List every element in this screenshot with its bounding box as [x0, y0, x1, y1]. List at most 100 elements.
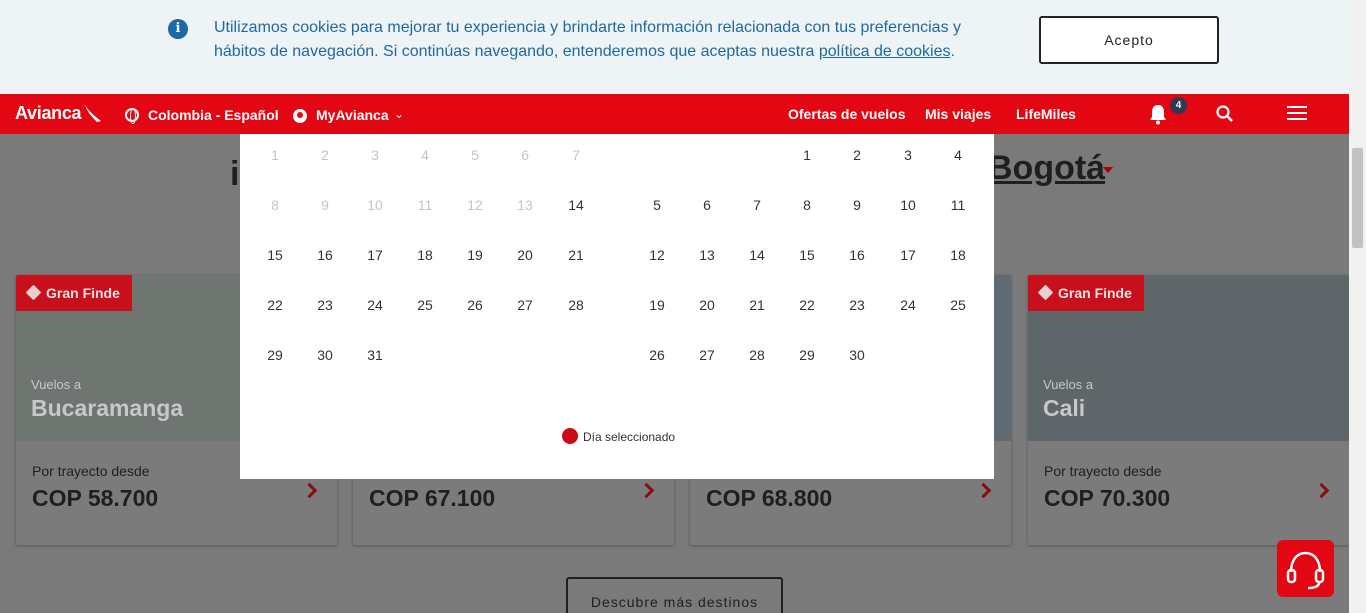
globe-icon — [125, 108, 139, 124]
calendar-day[interactable]: 27 — [687, 347, 727, 363]
calendar-day[interactable]: 23 — [837, 297, 877, 313]
headline-text: i — [230, 155, 240, 193]
calendar-day[interactable]: 25 — [405, 297, 445, 313]
calendar-day[interactable]: 17 — [355, 247, 395, 263]
calendar-day[interactable]: 29 — [255, 347, 295, 363]
calendar-day: 8 — [271, 197, 279, 213]
calendar-day[interactable]: 16 — [837, 247, 877, 263]
calendar-day[interactable]: 15 — [787, 247, 827, 263]
chevron-right-icon[interactable] — [1313, 482, 1330, 499]
nav-link-ofertas[interactable]: Ofertas de vuelos — [788, 106, 906, 122]
calendar-day: 7 — [572, 147, 580, 163]
user-icon — [293, 109, 307, 123]
calendar-day: 4 — [421, 147, 429, 163]
calendar-popup: Día seleccionado 1 2 3 4 5 6 7 8 9 10 11 12 13 14 15 16… — [240, 134, 994, 479]
tag-icon — [25, 284, 42, 301]
calendar-day[interactable]: 15 — [255, 247, 295, 263]
tag-icon — [1037, 284, 1054, 301]
country-language-selector[interactable]: Colombia - Español — [148, 107, 279, 123]
calendar-day[interactable]: 20 — [687, 297, 727, 313]
destination-card[interactable]: Gran Finde Vuelos a Cali Por trayecto desde… — [1028, 275, 1349, 545]
accept-cookies-button[interactable]: Acepto — [1039, 16, 1219, 64]
calendar-day[interactable]: 5 — [637, 197, 677, 213]
calendar-day[interactable]: 19 — [637, 297, 677, 313]
chevron-right-icon[interactable] — [638, 482, 655, 499]
calendar-day[interactable]: 19 — [455, 247, 495, 263]
myavianca-menu[interactable]: MyAvianca — [316, 107, 389, 123]
calendar-day[interactable]: 12 — [637, 247, 677, 263]
calendar-day[interactable]: 10 — [888, 197, 928, 213]
calendar-day[interactable]: 18 — [938, 247, 978, 263]
calendar-day[interactable]: 21 — [556, 247, 596, 263]
calendar-day[interactable]: 26 — [455, 297, 495, 313]
calendar-day: 11 — [417, 197, 433, 213]
calendar-day[interactable]: 14 — [737, 247, 777, 263]
calendar-day[interactable]: 29 — [787, 347, 827, 363]
calendar-day[interactable]: 22 — [255, 297, 295, 313]
nav-link-mis-viajes[interactable]: Mis viajes — [925, 106, 991, 122]
calendar-day[interactable]: 6 — [687, 197, 727, 213]
calendar-day[interactable]: 26 — [637, 347, 677, 363]
search-icon[interactable] — [1215, 104, 1235, 124]
calendar-day[interactable]: 22 — [787, 297, 827, 313]
bird-logo-icon — [85, 105, 101, 122]
calendar-day[interactable]: 7 — [737, 197, 777, 213]
calendar-day[interactable]: 21 — [737, 297, 777, 313]
calendar-day: 13 — [517, 197, 533, 213]
calendar-day[interactable]: 14 — [556, 197, 596, 213]
chevron-right-icon[interactable] — [975, 482, 992, 499]
calendar-day[interactable]: 1 — [787, 147, 827, 163]
promo-tag: Gran Finde — [1028, 275, 1144, 311]
price: COP 68.800 — [706, 485, 833, 511]
calendar-day[interactable]: 28 — [737, 347, 777, 363]
flights-to-label: Vuelos a — [1043, 377, 1094, 392]
bell-icon[interactable] — [1148, 103, 1168, 125]
calendar-day: 1 — [271, 147, 279, 163]
calendar-day[interactable]: 28 — [556, 297, 596, 313]
scrollbar-thumb[interactable] — [1352, 148, 1363, 248]
calendar-day[interactable]: 30 — [305, 347, 345, 363]
nav-link-lifemiles[interactable]: LifeMiles — [1016, 106, 1076, 122]
scrollbar[interactable] — [1349, 0, 1366, 613]
calendar-day[interactable]: 2 — [837, 147, 877, 163]
calendar-day[interactable]: 23 — [305, 297, 345, 313]
price: COP 58.700 — [32, 485, 159, 511]
calendar-day[interactable]: 27 — [505, 297, 545, 313]
calendar-day[interactable]: 30 — [837, 347, 877, 363]
destination-city: Cali — [1043, 395, 1086, 421]
promo-tag: Gran Finde — [16, 275, 132, 311]
calendar-day[interactable]: 11 — [938, 197, 978, 213]
calendar-day[interactable]: 25 — [938, 297, 978, 313]
help-chat-button[interactable] — [1277, 540, 1334, 597]
price: COP 67.100 — [369, 485, 496, 511]
calendar-day: 5 — [471, 147, 479, 163]
cookie-text: Utilizamos cookies para mejorar tu exper… — [214, 19, 962, 60]
calendar-day[interactable]: 18 — [405, 247, 445, 263]
caret-down-icon[interactable] — [1103, 167, 1113, 173]
cookie-policy-link[interactable]: política de cookies — [819, 43, 951, 60]
info-icon: i — [168, 19, 188, 39]
calendar-day[interactable]: 31 — [355, 347, 395, 363]
chevron-down-icon[interactable]: ⌄ — [394, 107, 404, 121]
calendar-day[interactable]: 20 — [505, 247, 545, 263]
calendar-day[interactable]: 16 — [305, 247, 345, 263]
calendar-day[interactable]: 24 — [355, 297, 395, 313]
avianca-logo[interactable]: Avianca — [15, 103, 82, 124]
main-navbar: Avianca Colombia - Español MyAvianca ⌄ O… — [0, 94, 1349, 134]
calendar-day[interactable]: 13 — [687, 247, 727, 263]
origin-city-selector[interactable]: Bogotá — [988, 149, 1105, 188]
more-destinations-button[interactable]: Descubre más destinos — [566, 577, 783, 613]
chevron-right-icon[interactable] — [301, 482, 318, 499]
calendar-day[interactable]: 4 — [938, 147, 978, 163]
calendar-day[interactable]: 9 — [837, 197, 877, 213]
notification-badge: 4 — [1170, 97, 1187, 114]
calendar-day[interactable]: 3 — [888, 147, 928, 163]
calendar-day: 10 — [367, 197, 383, 213]
price: COP 70.300 — [1044, 485, 1171, 511]
calendar-day[interactable]: 24 — [888, 297, 928, 313]
calendar-day[interactable]: 8 — [787, 197, 827, 213]
calendar-day: 3 — [371, 147, 379, 163]
selected-day-legend-dot — [562, 428, 578, 444]
calendar-day[interactable]: 17 — [888, 247, 928, 263]
hamburger-menu-icon[interactable] — [1287, 106, 1307, 122]
